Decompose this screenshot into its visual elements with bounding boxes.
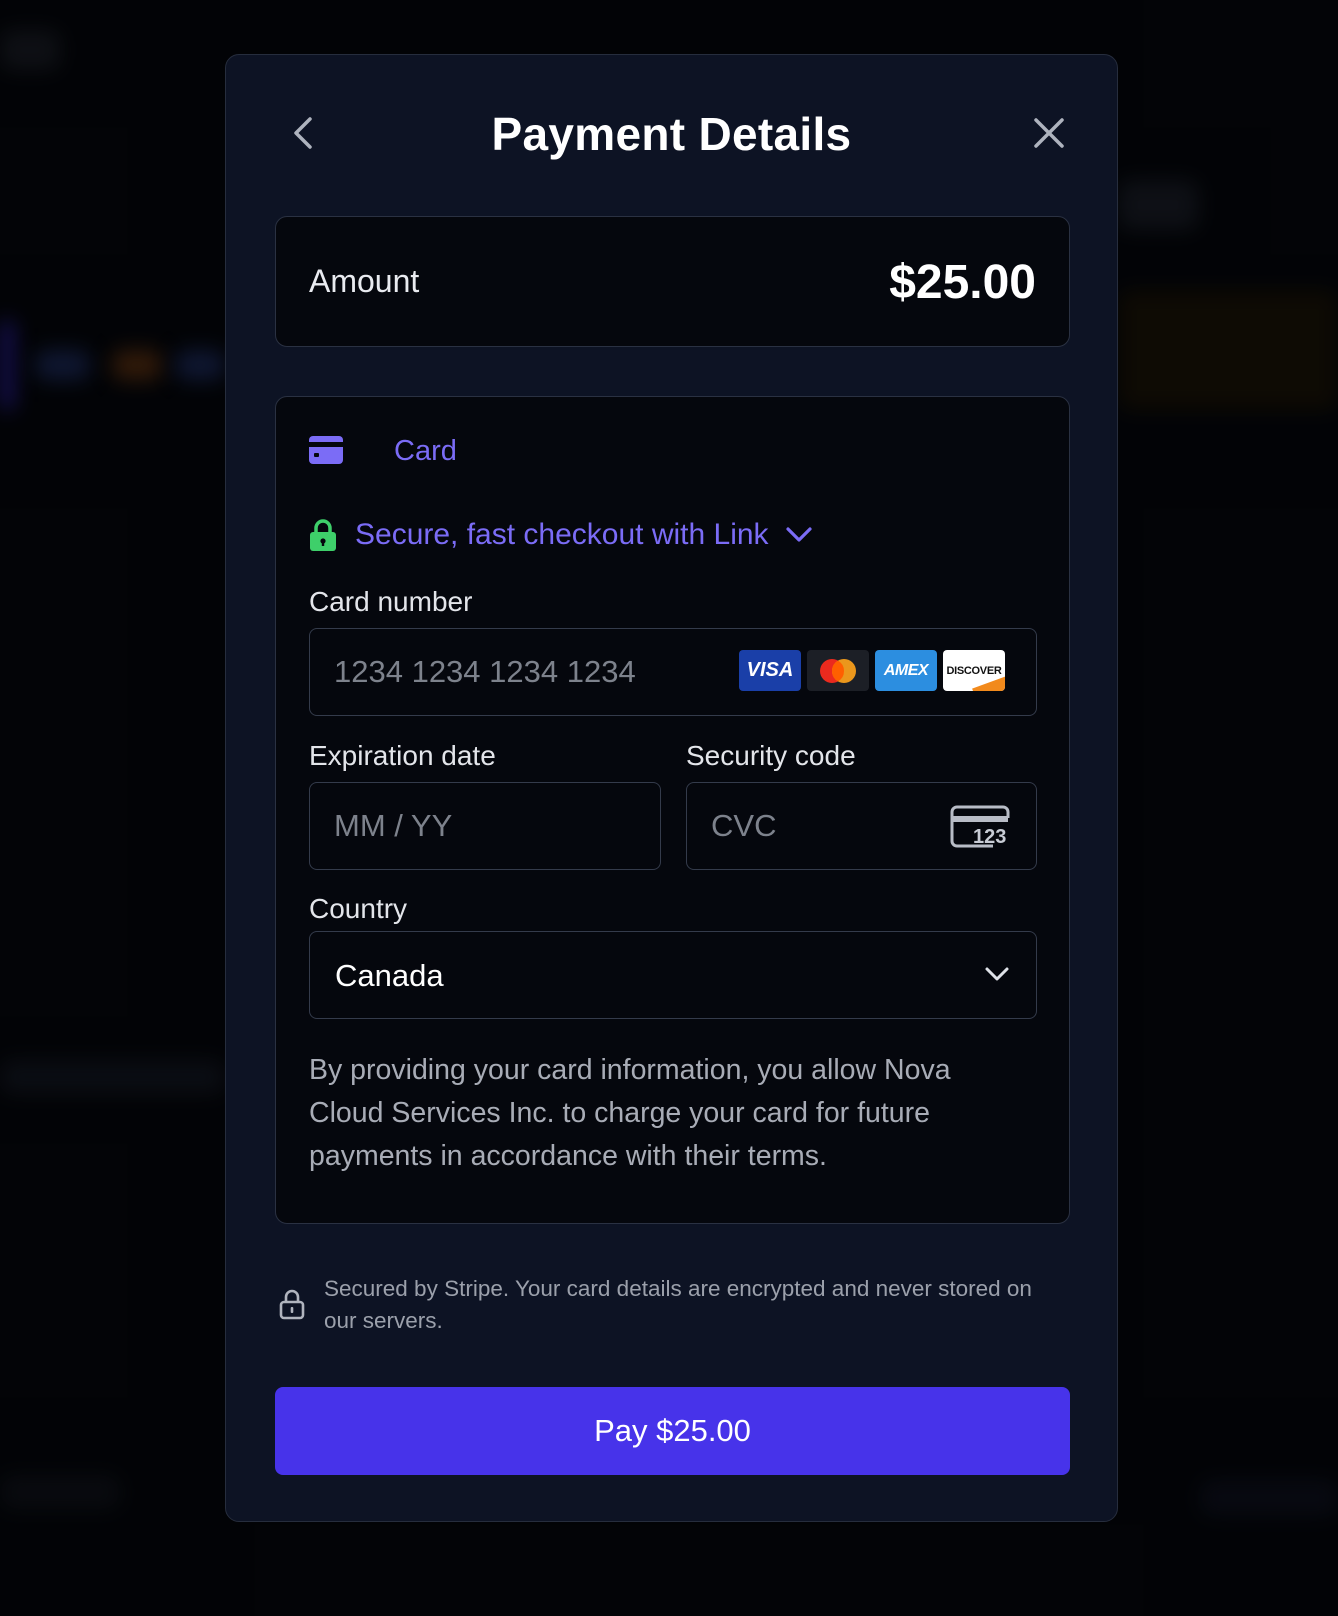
lock-icon bbox=[310, 519, 336, 551]
card-payment-form: Card Secure, fast checkout with Link Car… bbox=[275, 396, 1070, 1224]
card-number-field-wrap: VISA AMEX DISCOVER bbox=[309, 628, 1037, 716]
payment-modal: Payment Details Amount $25.00 Card Secur… bbox=[225, 54, 1118, 1522]
discover-icon: DISCOVER bbox=[943, 650, 1005, 691]
country-selected-value: Canada bbox=[335, 958, 444, 993]
mastercard-icon bbox=[807, 650, 869, 691]
modal-header: Payment Details bbox=[226, 55, 1117, 215]
chevron-down-icon bbox=[785, 527, 812, 542]
chevron-down-icon bbox=[985, 967, 1009, 981]
tab-card[interactable]: Card bbox=[394, 435, 457, 468]
pay-button[interactable]: Pay $25.00 bbox=[275, 1387, 1070, 1475]
expiration-input[interactable] bbox=[309, 782, 661, 870]
security-note-text: Secured by Stripe. Your card details are… bbox=[324, 1276, 1032, 1333]
expiration-label: Expiration date bbox=[309, 740, 496, 771]
card-brand-logos: VISA AMEX DISCOVER bbox=[739, 650, 1005, 691]
security-code-field-wrap: 123 bbox=[686, 782, 1037, 870]
amex-icon: AMEX bbox=[875, 650, 937, 691]
amount-label: Amount bbox=[309, 263, 420, 299]
country-label: Country bbox=[309, 893, 408, 924]
close-button[interactable] bbox=[1025, 109, 1073, 157]
credit-card-icon bbox=[309, 436, 343, 464]
amount-summary: Amount $25.00 bbox=[275, 216, 1070, 347]
close-icon bbox=[1034, 118, 1064, 148]
amount-value: $25.00 bbox=[889, 256, 1036, 309]
mandate-consent-text: By providing your card information, you … bbox=[309, 1054, 951, 1172]
country-select[interactable]: Canada bbox=[309, 931, 1037, 1019]
visa-icon: VISA bbox=[739, 650, 801, 691]
lock-outline-icon bbox=[279, 1289, 305, 1320]
page-title: Payment Details bbox=[491, 108, 852, 160]
link-checkout-text: Secure, fast checkout with Link bbox=[355, 518, 769, 551]
cvc-card-icon: 123 bbox=[949, 804, 1011, 850]
card-number-label: Card number bbox=[309, 586, 473, 617]
link-checkout-toggle[interactable]: Secure, fast checkout with Link bbox=[309, 515, 813, 555]
security-code-label: Security code bbox=[686, 740, 856, 771]
